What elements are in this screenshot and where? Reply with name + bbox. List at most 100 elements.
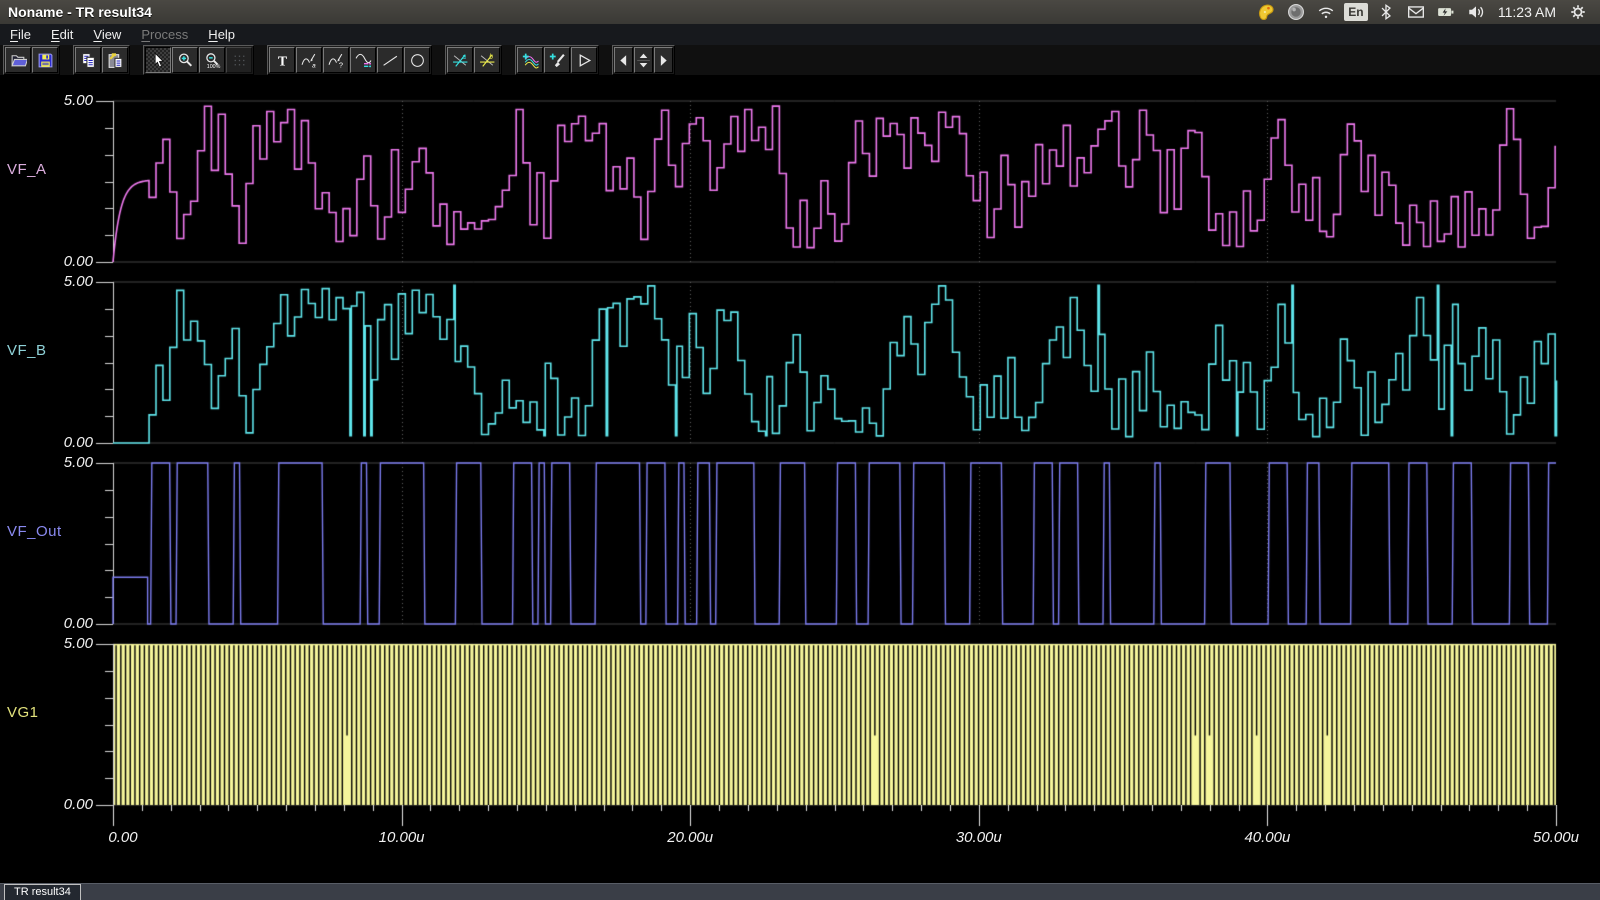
y-max-label-vg1: 5.00 [31,635,93,652]
clock-label[interactable]: 11:23 AM [1494,4,1560,20]
y-min-label-vg1: 0.00 [31,796,93,813]
svg-text:?: ? [338,60,342,69]
toolbar-group: ab [445,45,502,75]
zoom-in-button[interactable] [172,47,198,73]
svg-text:a: a [312,62,316,69]
titlebar: Noname - TR result34 En 11:23 AM [0,0,1600,24]
toolbar-group [73,45,130,75]
copy-icon [80,52,97,69]
svg-text:b: b [489,53,493,60]
battery-icon[interactable] [1434,1,1458,23]
toolbar-group [515,45,599,75]
cursor-a-button[interactable]: a [447,47,473,73]
add-curves-icon [522,52,539,69]
save-button[interactable] [32,47,58,73]
scroll-left-button[interactable] [614,47,633,73]
nav-right-icon [655,52,672,69]
wifi-icon[interactable] [1314,1,1338,23]
insert-text-button[interactable]: T [269,47,295,73]
signal-label-vf_a: VF_A [7,161,47,178]
legend-button[interactable] [350,47,376,73]
waveform-panel-vf_b [95,280,1561,446]
cursor-a-icon: a [452,52,469,69]
y-min-label-vf_b: 0.00 [31,434,93,451]
menu-edit[interactable]: Edit [41,27,83,42]
curve-pointer-a-icon: a [301,52,318,69]
signal-label-vg1: VG1 [7,704,39,721]
y-max-label-vf_a: 5.00 [31,92,93,109]
waveform-plot-area: Time (s) 5.000.00VF_A5.000.00VF_B5.000.0… [0,75,1600,883]
open-icon [10,52,27,69]
signal-label-vf_out: VF_Out [7,523,62,540]
svg-text:a: a [462,53,466,60]
menu-file[interactable]: File [0,27,41,42]
paste-button[interactable] [102,47,128,73]
x-tick-label-5: 50.00u [1511,829,1600,846]
add-curves-button[interactable] [517,47,543,73]
run-button[interactable] [571,47,597,73]
bluetooth-icon[interactable] [1374,1,1398,23]
menu-process[interactable]: Process [131,27,198,42]
result-tabbar: TR result34 [0,883,1600,900]
x-tick-label-0: 0.00 [78,829,168,846]
circle-icon [409,52,426,69]
tab-tr-result34[interactable]: TR result34 [4,884,81,900]
legend-icon [355,52,372,69]
toolbar-group: 100% [143,45,254,75]
toolbar: 100%Ta?ab [0,45,1600,75]
draw-line-button[interactable] [377,47,403,73]
copy-button[interactable] [75,47,101,73]
x-tick-label-3: 30.00u [934,829,1024,846]
scroll-vertical-button[interactable] [634,47,653,73]
app-window: Noname - TR result34 En 11:23 AM FileEdit… [0,0,1600,900]
toolbar-group [612,45,675,75]
zoom-100-icon: 100% [204,52,221,69]
y-max-label-vf_out: 5.00 [31,454,93,471]
volume-icon[interactable] [1464,1,1488,23]
cursor-b-button[interactable]: b [474,47,500,73]
probe-icon [549,52,566,69]
identify-curve-button[interactable]: ? [323,47,349,73]
cursor-b-icon: b [479,52,496,69]
svg-text:T: T [277,53,286,68]
mail-icon[interactable] [1404,1,1428,23]
save-icon [37,52,54,69]
curve-pointer-q-icon: ? [328,52,345,69]
annotate-curve-button[interactable]: a [296,47,322,73]
keyboard-layout-badge[interactable]: En [1344,3,1368,21]
open-button[interactable] [5,47,31,73]
waveform-panel-vg1 [95,642,1561,808]
time-axis [95,805,1561,831]
draw-circle-button[interactable] [404,47,430,73]
waveform-panel-vf_a [95,99,1561,265]
cursor-icon [150,52,167,69]
menu-help[interactable]: Help [198,27,245,42]
line-icon [382,52,399,69]
select-mode-button[interactable] [145,47,171,73]
sphere-indicator-icon[interactable] [1284,1,1308,23]
nav-updown-icon [635,52,652,69]
power-gear-icon[interactable] [1566,1,1590,23]
x-tick-label-4: 40.00u [1222,829,1312,846]
x-tick-label-2: 20.00u [645,829,735,846]
tab-label: TR result34 [14,886,71,898]
add-probe-button[interactable] [544,47,570,73]
zoom-in-icon [177,52,194,69]
menu-view[interactable]: View [83,27,131,42]
y-min-label-vf_a: 0.00 [31,253,93,270]
x-tick-label-1: 10.00u [357,829,447,846]
svg-text:100%: 100% [206,63,220,68]
grid-icon [231,52,248,69]
app-indicator-icon[interactable] [1254,1,1278,23]
scroll-right-button[interactable] [654,47,673,73]
window-title: Noname - TR result34 [0,4,152,20]
system-tray: En 11:23 AM [1254,1,1600,23]
y-max-label-vf_b: 5.00 [31,273,93,290]
zoom-100-button[interactable]: 100% [199,47,225,73]
toolbar-group: Ta? [267,45,432,75]
play-icon [576,52,593,69]
y-min-label-vf_out: 0.00 [31,615,93,632]
nav-left-icon [615,52,632,69]
grid-toggle-button[interactable] [226,47,252,73]
toolbar-group [3,45,60,75]
